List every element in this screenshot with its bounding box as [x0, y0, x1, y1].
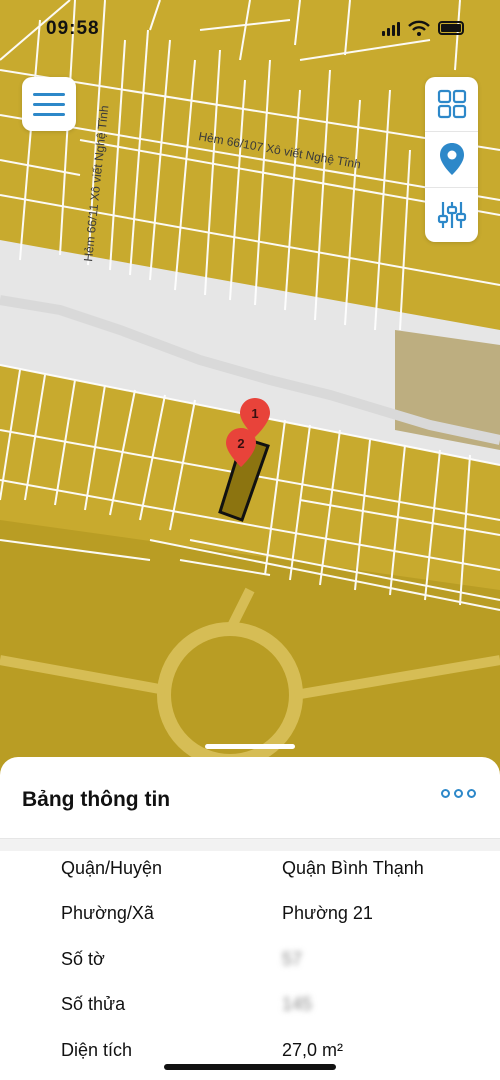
filter-button[interactable] [425, 188, 478, 242]
info-value: 145 [282, 994, 313, 1014]
battery-icon [438, 21, 464, 35]
sheet-grabber[interactable] [205, 744, 295, 749]
wifi-icon [408, 20, 430, 36]
info-label: Phường/Xã [61, 903, 154, 923]
menu-icon-bar [33, 112, 65, 116]
map-tool-panel [425, 77, 478, 242]
sheet-header: Bảng thông tin [0, 757, 500, 839]
info-value: 27,0 m² [282, 1040, 344, 1060]
home-indicator[interactable] [164, 1064, 336, 1070]
more-dots-icon [454, 789, 463, 798]
status-icons [382, 20, 464, 36]
info-row-sheet-number: Số tờ 57 [0, 949, 500, 989]
grid-icon [437, 90, 466, 119]
info-value: Quận Bình Thạnh [282, 858, 424, 878]
info-row-parcel-number: Số thửa 145 [0, 994, 500, 1034]
info-label: Số tờ [61, 949, 105, 969]
marker-2-label: 2 [237, 436, 244, 451]
info-label: Quận/Huyện [61, 858, 163, 878]
sliders-icon [437, 201, 466, 228]
more-dots-icon [467, 789, 476, 798]
info-row-area: Diện tích 27,0 m² [0, 1040, 500, 1080]
status-time: 09:58 [46, 18, 100, 39]
menu-icon-bar [33, 102, 65, 106]
info-value: Phường 21 [282, 903, 373, 923]
menu-button[interactable] [22, 77, 76, 131]
sheet-divider [0, 839, 500, 851]
signal-icon [382, 20, 400, 36]
sheet-title: Bảng thông tin [22, 788, 171, 811]
my-location-button[interactable] [425, 132, 478, 188]
info-row-district: Quận/Huyện Quận Bình Thạnh [0, 858, 500, 898]
info-sheet: Bảng thông tin Quận/Huyện Quận Bình Thạn… [0, 757, 500, 1080]
more-dots-icon [441, 789, 450, 798]
info-label: Số thửa [61, 994, 126, 1014]
info-row-ward: Phường/Xã Phường 21 [0, 903, 500, 943]
info-label: Diện tích [61, 1040, 133, 1060]
info-value: 57 [282, 949, 303, 969]
layers-button[interactable] [425, 77, 478, 133]
status-bar: 09:58 [0, 0, 500, 56]
more-options-button[interactable] [441, 789, 476, 798]
location-pin-icon [439, 143, 464, 176]
marker-1-label: 1 [251, 406, 258, 421]
menu-icon-bar [33, 92, 65, 96]
